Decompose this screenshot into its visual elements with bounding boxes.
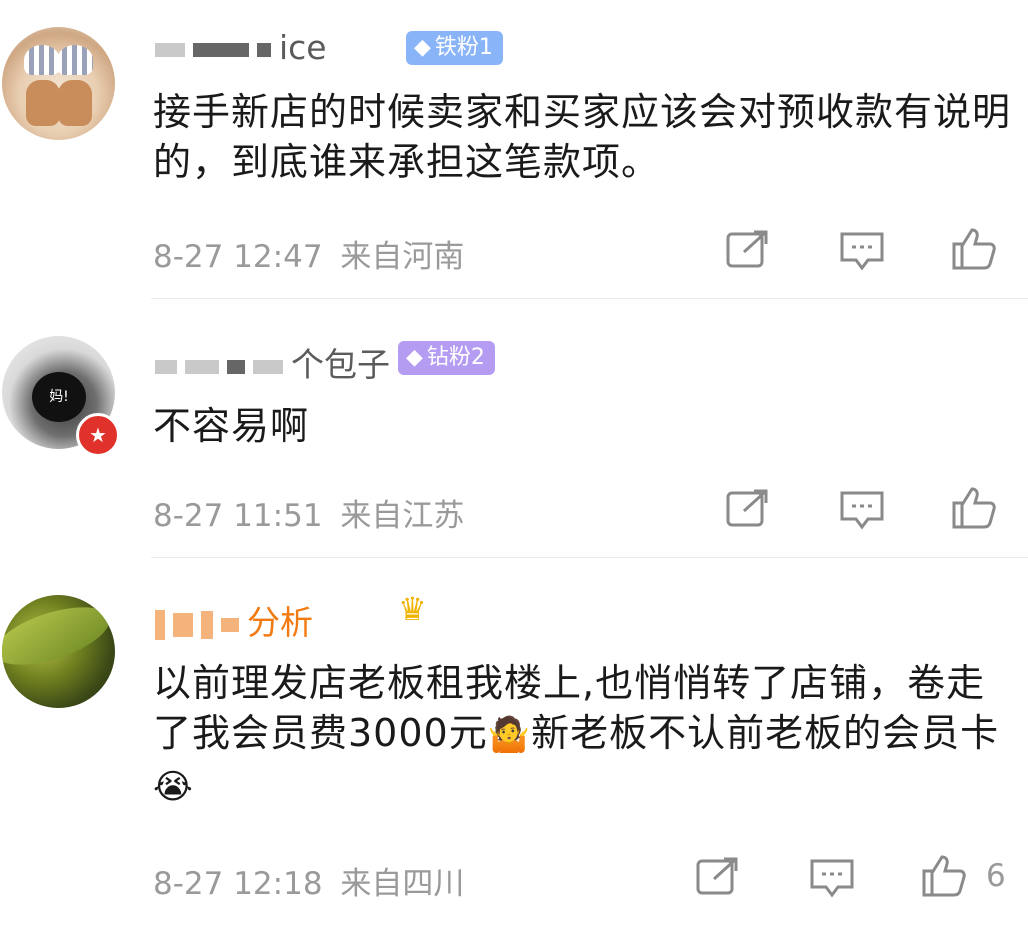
avatar-caption: 妈! bbox=[32, 372, 86, 422]
comment-icon[interactable] bbox=[838, 228, 886, 272]
divider bbox=[151, 557, 1028, 558]
diamond-icon: ◆ bbox=[414, 35, 431, 60]
shrug-emoji-icon: 🤷 bbox=[487, 715, 532, 755]
share-icon[interactable] bbox=[694, 855, 742, 899]
diamond-icon: ◆ bbox=[406, 345, 423, 370]
comment-icon[interactable] bbox=[808, 855, 856, 899]
comment-meta: 8-27 12:18 来自四川 bbox=[153, 858, 464, 903]
username[interactable]: ice bbox=[155, 28, 327, 67]
divider bbox=[151, 298, 1028, 299]
redaction bbox=[155, 609, 165, 640]
comment-text: 不容易啊 bbox=[153, 404, 310, 448]
thumbs-up-icon[interactable] bbox=[950, 226, 998, 270]
redaction bbox=[221, 617, 239, 632]
comment-text-part: 新老板不认前老板的会员卡 bbox=[531, 711, 1000, 755]
crown-icon: ♛ bbox=[398, 590, 427, 628]
fan-level-label: 钻粉2 bbox=[426, 345, 485, 370]
timestamp: 8-27 11:51 bbox=[153, 498, 323, 534]
comment-text: 以前理发店老板租我楼上,也悄悄转了店铺，卷走了我会员费3000元🤷新老板不认前老… bbox=[153, 658, 1013, 812]
fan-level-badge[interactable]: ◆ 铁粉1 bbox=[406, 31, 503, 65]
username-text: ice bbox=[279, 28, 327, 67]
redaction bbox=[155, 42, 185, 57]
redaction bbox=[173, 612, 193, 637]
redaction bbox=[257, 42, 271, 57]
location: 来自河南 bbox=[340, 239, 465, 275]
verified-badge-icon: ★ bbox=[76, 413, 120, 457]
hat-decoration bbox=[57, 45, 93, 75]
comment-icon[interactable] bbox=[838, 487, 886, 531]
username-text: 个包子 bbox=[291, 345, 390, 384]
username[interactable]: 分析 bbox=[155, 596, 313, 644]
redaction bbox=[155, 359, 177, 374]
timestamp: 8-27 12:18 bbox=[153, 866, 323, 902]
fan-level-label: 铁粉1 bbox=[434, 35, 493, 60]
redaction bbox=[253, 359, 283, 374]
avatar[interactable] bbox=[2, 27, 115, 140]
comment-text: 接手新店的时候卖家和买家应该会对预收款有说明的，到底谁来承担这笔款项。 bbox=[153, 90, 1012, 184]
comment-meta: 8-27 12:47 来自河南 bbox=[153, 231, 464, 276]
location: 来自四川 bbox=[340, 866, 465, 902]
timestamp: 8-27 12:47 bbox=[153, 239, 323, 275]
redaction bbox=[227, 359, 245, 374]
like-count: 6 bbox=[986, 858, 1006, 894]
crying-emoji-icon: 😭 bbox=[153, 767, 194, 807]
thumbs-up-icon[interactable] bbox=[920, 853, 968, 897]
location: 来自江苏 bbox=[340, 498, 465, 534]
share-icon[interactable] bbox=[724, 228, 772, 272]
fan-level-badge[interactable]: ◆ 钻粉2 bbox=[398, 341, 495, 375]
username[interactable]: 个包子 bbox=[155, 338, 390, 386]
bear-figure bbox=[26, 80, 60, 126]
comment-meta: 8-27 11:51 来自江苏 bbox=[153, 490, 464, 535]
username-text: 分析 bbox=[247, 603, 313, 642]
bear-figure bbox=[58, 80, 92, 126]
share-icon[interactable] bbox=[724, 487, 772, 531]
redaction bbox=[201, 610, 213, 639]
leaf-decoration bbox=[2, 595, 115, 677]
thumbs-up-icon[interactable] bbox=[950, 485, 998, 529]
avatar[interactable] bbox=[2, 595, 115, 708]
redaction bbox=[185, 359, 219, 374]
redaction bbox=[193, 42, 249, 57]
hat-decoration bbox=[24, 45, 60, 75]
